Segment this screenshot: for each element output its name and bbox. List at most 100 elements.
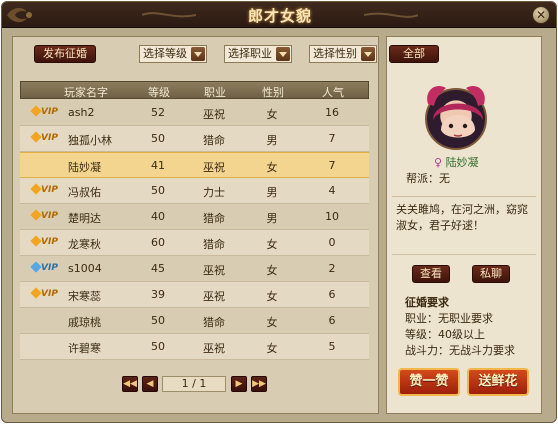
last-page-button[interactable]: ▶▶ xyxy=(251,376,267,392)
vip-label: VIP xyxy=(41,237,58,247)
title-bar: 郎才女貌 ✕ xyxy=(2,2,556,28)
player-job: 猎命 xyxy=(203,316,225,329)
player-job: 巫祝 xyxy=(203,264,225,277)
player-level: 50 xyxy=(151,184,165,197)
table-row[interactable]: VIP 独孤小林 50 猎命 男 7 xyxy=(20,126,369,152)
player-name: 戚琼桃 xyxy=(68,316,101,329)
player-name: 龙寒秋 xyxy=(68,238,101,251)
divider xyxy=(392,196,536,197)
next-page-button[interactable]: ▶ xyxy=(231,376,247,392)
vip-badge: VIP xyxy=(30,287,58,300)
chevron-down-icon xyxy=(361,47,375,61)
close-icon[interactable]: ✕ xyxy=(532,6,550,24)
player-name: 宋寒蕊 xyxy=(68,290,101,303)
player-job: 猎命 xyxy=(203,134,225,147)
level-select[interactable]: 选择等级 xyxy=(139,45,207,63)
player-level: 39 xyxy=(151,288,165,301)
player-name: 楚明达 xyxy=(68,212,101,225)
header-gender: 性别 xyxy=(262,86,284,99)
table-row[interactable]: 陆妙凝 41 巫祝 女 7 xyxy=(20,152,369,178)
chevron-down-icon xyxy=(191,47,205,61)
vip-gem-icon xyxy=(30,287,42,299)
job-requirement: 职业：无职业要求 xyxy=(405,312,493,325)
player-name: 独孤小林 xyxy=(68,134,112,147)
table-header: 玩家名字 等级 职业 性别 人气 xyxy=(20,81,369,99)
prev-page-button[interactable]: ◀ xyxy=(142,376,158,392)
player-job: 巫祝 xyxy=(203,161,225,174)
level-requirement: 等级：40级以上 xyxy=(405,328,485,341)
header-popularity: 人气 xyxy=(322,86,344,99)
vip-gem-icon xyxy=(30,209,42,221)
private-chat-button[interactable]: 私聊 xyxy=(472,265,510,283)
vip-label: VIP xyxy=(41,185,58,195)
table-row[interactable]: VIP 冯叔佑 50 力士 男 4 xyxy=(20,178,369,204)
player-level: 50 xyxy=(151,340,165,353)
gender-select-label: 选择性别 xyxy=(313,47,357,60)
table-row[interactable]: 许碧寒 50 巫祝 女 5 xyxy=(20,334,369,360)
gender-select[interactable]: 选择性别 xyxy=(309,45,377,63)
table-row[interactable]: VIP ash2 52 巫祝 女 16 xyxy=(20,100,369,126)
player-popularity: 0 xyxy=(328,236,336,249)
player-job: 巫祝 xyxy=(203,342,225,355)
table-row[interactable]: VIP 宋寒蕊 39 巫祝 女 6 xyxy=(20,282,369,308)
profile-name-row: ♀ 陆妙凝 xyxy=(434,154,494,170)
player-job: 巫祝 xyxy=(203,108,225,121)
player-level: 52 xyxy=(151,106,165,119)
player-gender: 女 xyxy=(266,316,278,329)
player-popularity: 2 xyxy=(328,262,336,275)
female-icon: ♀ xyxy=(434,156,443,169)
player-name: 冯叔佑 xyxy=(68,186,101,199)
player-gender: 女 xyxy=(266,108,278,121)
vip-label: VIP xyxy=(41,133,58,143)
profile-guild: 帮派：无 xyxy=(406,172,450,185)
job-select-label: 选择职业 xyxy=(228,47,272,60)
player-popularity: 6 xyxy=(328,288,336,301)
player-name: ash2 xyxy=(68,106,95,119)
divider xyxy=(392,254,536,255)
player-popularity: 16 xyxy=(325,106,339,119)
hair-ornament-icon xyxy=(427,85,485,106)
vip-gem-icon xyxy=(30,105,42,117)
header-level: 等级 xyxy=(148,86,170,99)
table-row[interactable]: VIP 楚明达 40 猎命 男 10 xyxy=(20,204,369,230)
player-level: 50 xyxy=(151,314,165,327)
vip-badge: VIP xyxy=(30,235,58,248)
vip-gem-icon xyxy=(30,235,42,247)
table-row[interactable]: VIP s1004 45 巫祝 女 2 xyxy=(20,256,369,282)
player-job: 猎命 xyxy=(203,212,225,225)
show-all-button[interactable]: 全部 xyxy=(389,45,439,63)
header-job: 职业 xyxy=(204,86,226,99)
job-select[interactable]: 选择职业 xyxy=(224,45,292,63)
vip-badge: VIP xyxy=(30,261,58,274)
power-requirement: 战斗力：无战斗力要求 xyxy=(405,344,515,357)
player-popularity: 4 xyxy=(328,184,336,197)
player-level: 40 xyxy=(151,210,165,223)
table-row[interactable]: VIP 龙寒秋 60 猎命 女 0 xyxy=(20,230,369,256)
first-page-button[interactable]: ◀◀ xyxy=(122,376,138,392)
player-gender: 女 xyxy=(266,290,278,303)
player-gender: 女 xyxy=(266,161,278,174)
player-gender: 女 xyxy=(266,264,278,277)
vip-badge: VIP xyxy=(30,183,58,196)
view-profile-button[interactable]: 查看 xyxy=(412,265,450,283)
player-name: s1004 xyxy=(68,262,102,275)
requirements-title: 征婚要求 xyxy=(405,296,449,309)
player-level: 60 xyxy=(151,236,165,249)
player-level: 50 xyxy=(151,132,165,145)
like-button[interactable]: 赞一赞 xyxy=(398,368,460,396)
player-gender: 男 xyxy=(266,186,278,199)
player-name: 许碧寒 xyxy=(68,342,101,355)
player-level: 41 xyxy=(151,159,165,172)
post-marriage-button[interactable]: 发布征婚 xyxy=(34,45,96,63)
player-job: 巫祝 xyxy=(203,290,225,303)
title-ornament-right-icon xyxy=(364,12,418,18)
vip-label: VIP xyxy=(41,289,58,299)
chevron-down-icon xyxy=(276,47,290,61)
profile-name: 陆妙凝 xyxy=(445,156,479,169)
profile-motto: 关关雎鸠，在河之洲，窈窕淑女，君子好逑！ xyxy=(396,203,528,232)
title-ornament-left-icon xyxy=(142,12,196,18)
table-row[interactable]: 戚琼桃 50 猎命 女 6 xyxy=(20,308,369,334)
corner-ornament-icon xyxy=(7,7,32,23)
vip-gem-icon xyxy=(30,131,42,143)
send-flower-button[interactable]: 送鲜花 xyxy=(467,368,529,396)
